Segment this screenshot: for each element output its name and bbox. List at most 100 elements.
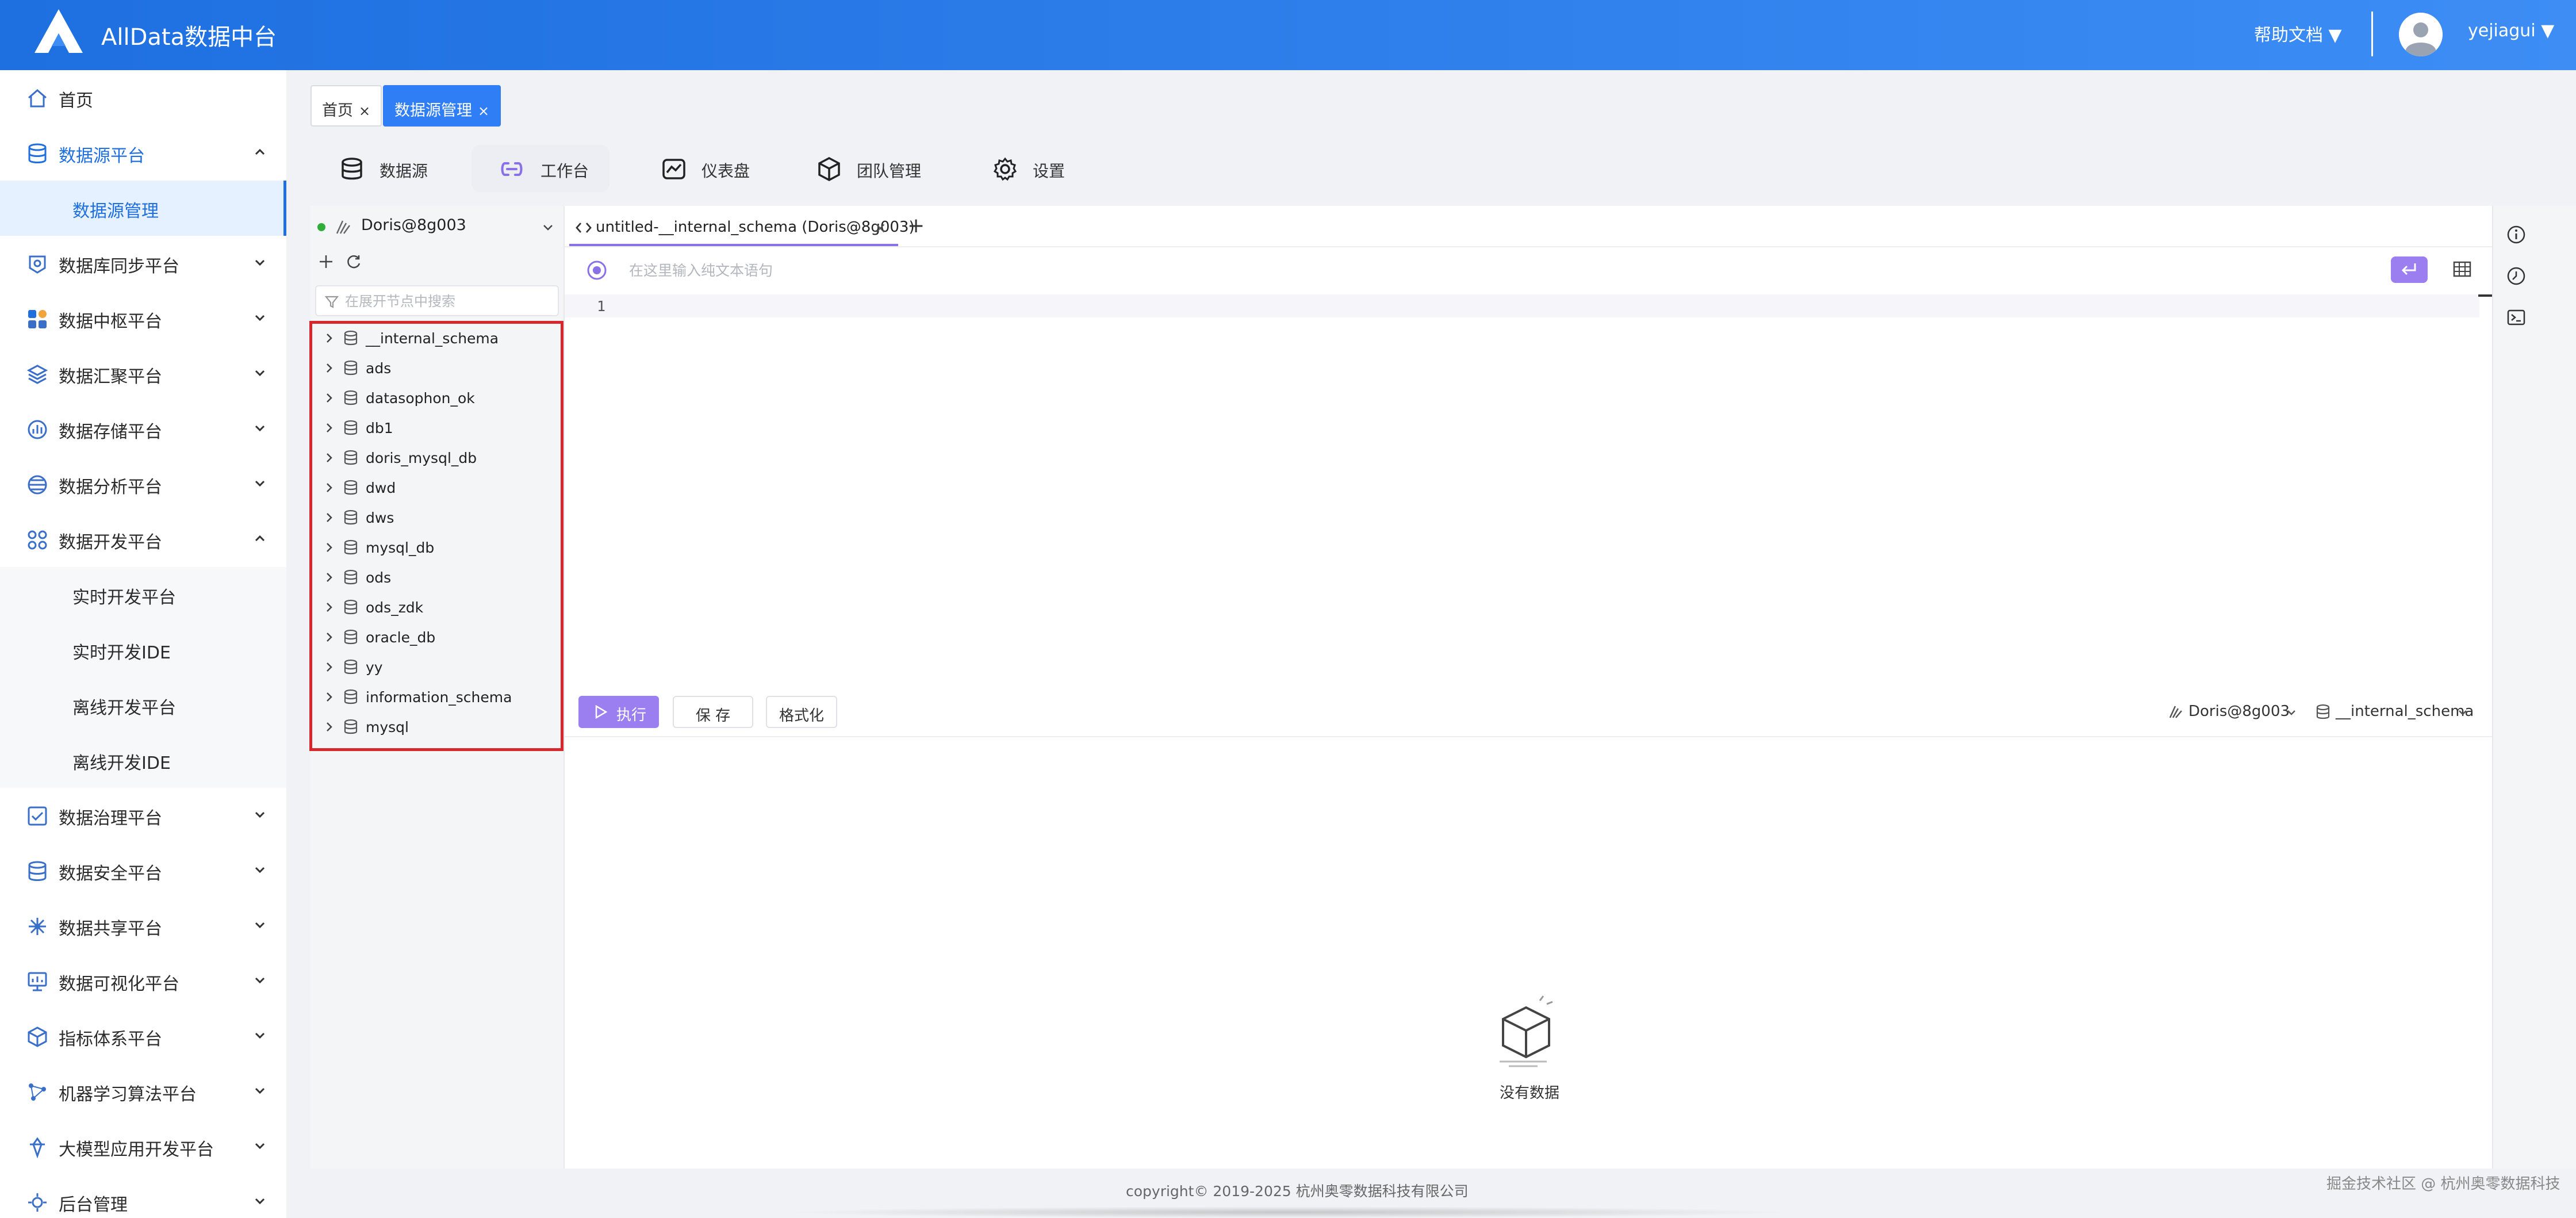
tree-node-label: information_schema bbox=[366, 689, 512, 706]
home-icon bbox=[28, 89, 47, 108]
tree-node-label: mysql bbox=[366, 719, 409, 736]
chevron-up-icon bbox=[255, 535, 265, 542]
sidebar-item-db-sync[interactable]: 数据库同步平台 bbox=[0, 236, 286, 291]
team-box-icon bbox=[818, 157, 840, 181]
sidebar-item-data-hub[interactable]: 数据中枢平台 bbox=[0, 291, 286, 346]
editor-tab-untitled[interactable]: untitled-__internal_schema (Doris@8g003)… bbox=[569, 208, 915, 246]
header-divider bbox=[2371, 12, 2373, 56]
add-tab-button[interactable]: + bbox=[907, 214, 925, 238]
tree-node-database[interactable]: doris_mysql_db bbox=[322, 443, 552, 473]
sidebar-item-metrics-system[interactable]: 指标体系平台 bbox=[0, 1009, 286, 1064]
database-icon bbox=[344, 659, 358, 675]
sidebar-item-data-sharing[interactable]: 数据共享平台 bbox=[0, 898, 286, 953]
play-icon bbox=[595, 705, 607, 719]
tree-node-database[interactable]: oracle_db bbox=[322, 622, 552, 652]
tree-node-database[interactable]: datasophon_ok bbox=[322, 383, 552, 413]
sidebar-subitem-realtime-ide[interactable]: 实时开发IDE bbox=[0, 622, 286, 677]
sidebar-item-data-storage[interactable]: 数据存储平台 bbox=[0, 401, 286, 457]
tree-node-database[interactable]: db1 bbox=[322, 413, 552, 443]
tab-dashboard[interactable]: 仪表盘 bbox=[632, 145, 770, 192]
format-button[interactable]: 格式化 bbox=[766, 696, 837, 728]
save-button[interactable]: 保 存 bbox=[673, 696, 753, 728]
gear-icon bbox=[993, 157, 1017, 181]
natural-language-prompt-input[interactable] bbox=[629, 259, 1549, 282]
terminal-icon[interactable] bbox=[2506, 307, 2527, 328]
history-icon[interactable] bbox=[2506, 266, 2527, 286]
help-docs-menu[interactable]: 帮助文档 ▼ bbox=[2254, 21, 2342, 46]
chevron-down-icon bbox=[255, 259, 265, 266]
breadcrumb-tab-datasource-management[interactable]: 数据源管理 × bbox=[383, 85, 501, 127]
close-icon[interactable]: × bbox=[478, 103, 489, 119]
context-schema-select[interactable]: __internal_schema bbox=[2315, 703, 2476, 722]
tree-node-database[interactable]: dwd bbox=[322, 473, 552, 503]
chevron-down-icon bbox=[2459, 710, 2467, 715]
sidebar-item-data-governance[interactable]: 数据治理平台 bbox=[0, 788, 286, 843]
connection-label: Doris@8g003 bbox=[361, 216, 466, 234]
chevron-right-icon[interactable] bbox=[322, 511, 336, 524]
close-icon[interactable]: × bbox=[359, 103, 370, 119]
database-icon bbox=[344, 420, 358, 435]
context-connection-select[interactable]: Doris@8g003 bbox=[2168, 703, 2300, 722]
tree-node-database[interactable]: information_schema bbox=[322, 682, 552, 712]
chevron-right-icon[interactable] bbox=[322, 421, 336, 435]
chevron-right-icon[interactable] bbox=[322, 331, 336, 345]
avatar[interactable] bbox=[2399, 13, 2443, 56]
chevron-right-icon[interactable] bbox=[322, 481, 336, 495]
logo-icon bbox=[34, 9, 83, 53]
tree-node-database[interactable]: ods bbox=[322, 562, 552, 592]
chevron-right-icon[interactable] bbox=[322, 391, 336, 405]
run-button[interactable]: 执行 bbox=[578, 696, 659, 728]
chevron-up-icon bbox=[255, 148, 265, 155]
chevron-right-icon[interactable] bbox=[322, 630, 336, 644]
sidebar-subitem-datasource-management[interactable]: 数据源管理 bbox=[0, 181, 286, 236]
tree-node-database[interactable]: ods_zdk bbox=[322, 592, 552, 622]
sidebar-item-data-analysis[interactable]: 数据分析平台 bbox=[0, 457, 286, 512]
sidebar-subitem-offline-platform[interactable]: 离线开发平台 bbox=[0, 677, 286, 733]
chevron-right-icon[interactable] bbox=[322, 451, 336, 465]
editor-scrollbar[interactable] bbox=[2478, 294, 2492, 297]
ai-assist-icon[interactable] bbox=[586, 260, 607, 281]
chevron-right-icon[interactable] bbox=[322, 720, 336, 734]
sidebar-item-data-development[interactable]: 数据开发平台 bbox=[0, 512, 286, 567]
tree-search-input[interactable] bbox=[345, 291, 552, 312]
sidebar-subitem-offline-ide[interactable]: 离线开发IDE bbox=[0, 733, 286, 788]
sidebar-item-data-aggregation[interactable]: 数据汇聚平台 bbox=[0, 346, 286, 401]
tree-node-database[interactable]: mysql bbox=[322, 712, 552, 742]
tab-team-management[interactable]: 团队管理 bbox=[788, 145, 937, 192]
tab-workbench[interactable]: 工作台 bbox=[471, 145, 610, 192]
user-menu[interactable]: yejiagui ▼ bbox=[2468, 21, 2554, 41]
chevron-right-icon[interactable] bbox=[322, 600, 336, 614]
sidebar-item-data-security[interactable]: 数据安全平台 bbox=[0, 843, 286, 898]
tree-node-database[interactable]: yy bbox=[322, 652, 552, 682]
sidebar-item-data-visualization[interactable]: 数据可视化平台 bbox=[0, 953, 286, 1009]
chevron-right-icon[interactable] bbox=[322, 541, 336, 554]
tree-node-database[interactable]: mysql_db bbox=[322, 533, 552, 562]
sidebar-item-llm-development[interactable]: 大模型应用开发平台 bbox=[0, 1119, 286, 1174]
chevron-right-icon[interactable] bbox=[322, 660, 336, 674]
sidebar-item-datasource-platform[interactable]: 数据源平台 bbox=[0, 125, 286, 181]
sidebar-item-home[interactable]: 首页 bbox=[0, 70, 286, 125]
tree-node-database[interactable]: dws bbox=[322, 503, 552, 533]
info-icon[interactable] bbox=[2506, 224, 2527, 245]
add-icon[interactable] bbox=[317, 253, 335, 270]
sidebar-subitem-realtime-platform[interactable]: 实时开发平台 bbox=[0, 567, 286, 622]
tab-settings[interactable]: 设置 bbox=[964, 145, 1090, 192]
chevron-down-icon bbox=[255, 811, 265, 818]
tree-node-database[interactable]: __internal_schema bbox=[322, 323, 552, 353]
editor-current-line[interactable] bbox=[565, 294, 2479, 317]
close-icon[interactable]: × bbox=[874, 220, 887, 237]
sidebar-item-machine-learning[interactable]: 机器学习算法平台 bbox=[0, 1064, 286, 1119]
sidebar-item-admin[interactable]: 后台管理 bbox=[0, 1174, 286, 1218]
chevron-down-icon[interactable] bbox=[540, 220, 555, 235]
chevron-right-icon[interactable] bbox=[322, 690, 336, 704]
refresh-icon[interactable] bbox=[345, 253, 362, 270]
chevron-right-icon[interactable] bbox=[322, 361, 336, 375]
chevron-right-icon[interactable] bbox=[322, 570, 336, 584]
cube-icon bbox=[28, 1027, 47, 1047]
submit-prompt-button[interactable] bbox=[2391, 256, 2428, 283]
tab-datasource[interactable]: 数据源 bbox=[310, 145, 460, 192]
table-icon[interactable] bbox=[2452, 259, 2472, 279]
chevron-down-icon bbox=[255, 480, 265, 487]
breadcrumb-tab-home[interactable]: 首页 × bbox=[310, 85, 382, 127]
tree-node-database[interactable]: ads bbox=[322, 353, 552, 383]
